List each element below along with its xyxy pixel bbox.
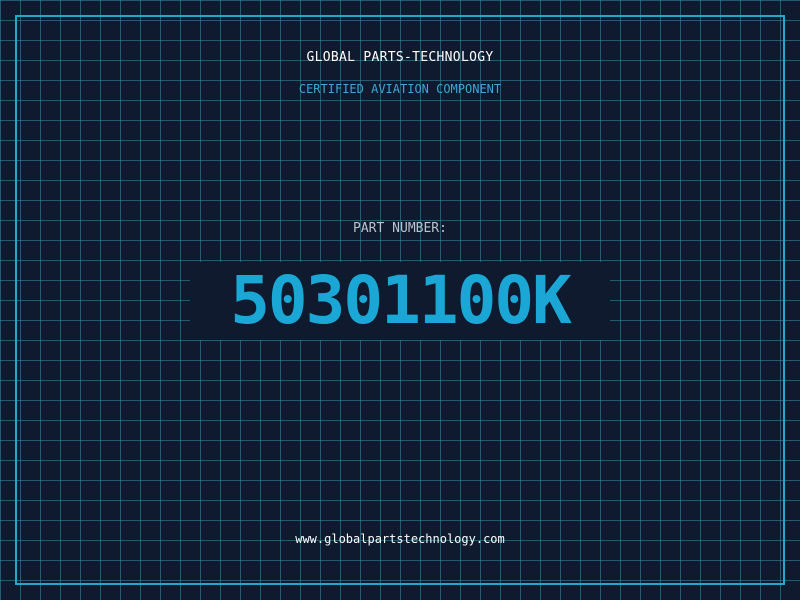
part-card: GLOBAL PARTS-TECHNOLOGY CERTIFIED AVIATI… bbox=[0, 0, 800, 600]
company-name: GLOBAL PARTS-TECHNOLOGY bbox=[306, 50, 494, 65]
website-url: www.globalpartstechnology.com bbox=[295, 532, 505, 546]
certification-subtitle: CERTIFIED AVIATION COMPONENT bbox=[298, 82, 502, 96]
part-number-value: 50301100K bbox=[190, 262, 610, 340]
part-number-label: PART NUMBER: bbox=[353, 221, 447, 236]
